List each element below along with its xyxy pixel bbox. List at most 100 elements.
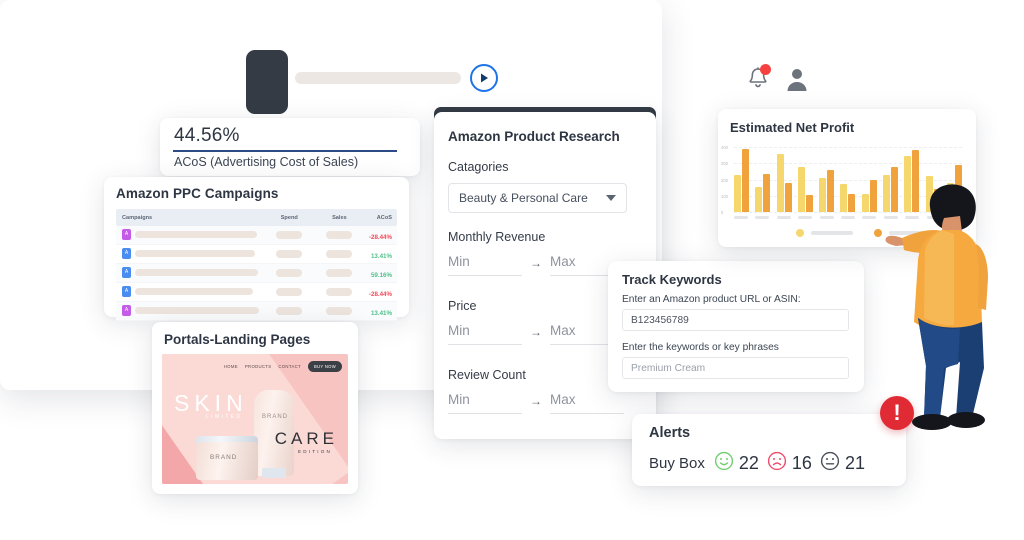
- sales-placeholder: [326, 231, 353, 239]
- y-axis-tick-label: 400: [721, 145, 728, 150]
- monthly-revenue-min-input[interactable]: Min: [448, 254, 522, 276]
- campaign-type-icon: A: [122, 267, 131, 279]
- chart-bar: [755, 186, 763, 212]
- ppc-row-list: A -28.44% A 13.41% A 59.16% A -28.44% A 13.41%: [116, 226, 397, 321]
- chart-bar: [734, 175, 741, 212]
- alert-item: 21: [820, 451, 873, 476]
- portals-landing-card: Portals-Landing Pages HOME PRODUCTS CONT…: [152, 322, 358, 494]
- ppc-table: Campaigns Spend Sales ACoS A -28.44% A 13.4…: [116, 209, 397, 321]
- campaign-cell: A: [116, 302, 263, 320]
- x-axis-tick-placeholder: [798, 216, 813, 219]
- chart-bar: [819, 177, 827, 212]
- alerts-metrics-row: Buy Box 22 16 21: [649, 451, 873, 476]
- url-bar-placeholder[interactable]: [295, 72, 461, 84]
- phrase-field-label: Enter the keywords or key phrases: [622, 342, 779, 353]
- ppc-campaigns-card: Amazon PPC Campaigns Campaigns Spend Sal…: [104, 177, 409, 321]
- acos-percent: -28.44%: [368, 234, 392, 241]
- buy-now-button[interactable]: BUY NOW: [307, 361, 342, 372]
- y-axis-tick-label: 0: [721, 210, 724, 215]
- review-count-min-input[interactable]: Min: [448, 392, 522, 414]
- acos-cell: 13.41%: [363, 302, 397, 320]
- campaign-type-icon: A: [122, 248, 131, 260]
- y-axis-tick-label: 200: [721, 177, 728, 183]
- chart-bar: [869, 179, 877, 212]
- campaign-name-placeholder: [135, 288, 253, 296]
- alerts-card: Alerts Buy Box 22 16 21: [632, 414, 906, 486]
- nav-link-products[interactable]: PRODUCTS: [245, 364, 272, 369]
- landing-subheadline: LIMITED: [206, 414, 243, 420]
- keywords-card-title: Track Keywords: [622, 272, 722, 287]
- bar-group: [861, 179, 877, 212]
- x-axis-tick-placeholder: [819, 216, 834, 219]
- category-selected-value: Beauty & Personal Care: [459, 191, 588, 205]
- x-axis-tick-placeholder: [734, 216, 748, 219]
- smile-face-icon: [714, 451, 734, 476]
- notification-dot: [760, 64, 771, 75]
- sales-cell: [316, 283, 364, 301]
- acos-percent: -28.44%: [368, 291, 392, 298]
- spend-cell: [263, 226, 316, 244]
- x-axis-tick-placeholder: [776, 216, 791, 219]
- acos-cell: -28.44%: [363, 226, 397, 244]
- campaign-cell: A: [116, 226, 263, 244]
- bar-group: [797, 167, 813, 212]
- bar-group: [819, 169, 835, 212]
- sales-placeholder: [326, 269, 353, 277]
- nav-link-contact[interactable]: CONTACT: [278, 364, 301, 369]
- price-range: Min → Max: [448, 323, 624, 345]
- chart-bar: [840, 184, 848, 212]
- alert-item: 16: [767, 451, 820, 476]
- review-count-max-input[interactable]: Max: [550, 392, 624, 414]
- phrase-input[interactable]: Premium Cream: [622, 357, 849, 379]
- price-min-input[interactable]: Min: [448, 323, 522, 345]
- buy-box-label: Buy Box: [649, 455, 705, 472]
- acos-cell: -28.44%: [363, 283, 397, 301]
- y-axis-tick-label: 300: [721, 161, 728, 167]
- chart-bar: [784, 182, 792, 212]
- bar-group: [776, 153, 792, 212]
- column-header-spend: Spend: [280, 214, 298, 221]
- table-row[interactable]: A -28.44%: [116, 283, 397, 302]
- sales-cell: [316, 226, 364, 244]
- campaign-name-placeholder: [135, 231, 257, 239]
- categories-label: Catagories: [448, 160, 509, 174]
- spend-cell: [263, 264, 316, 282]
- bar-group: [755, 173, 771, 212]
- chart-bar: [848, 194, 856, 212]
- sales-cell: [316, 264, 364, 282]
- x-axis-tick-placeholder: [840, 216, 855, 219]
- table-row[interactable]: A -28.44%: [116, 226, 397, 245]
- review-count-range: Min → Max: [448, 392, 624, 414]
- chart-bar: [776, 153, 784, 212]
- alerts-card-title: Alerts: [649, 425, 691, 441]
- play-circle-icon[interactable]: [470, 64, 498, 92]
- campaign-name-placeholder: [135, 250, 255, 258]
- chart-bar: [797, 167, 805, 212]
- review-count-label: Review Count: [448, 368, 526, 382]
- asin-input[interactable]: B123456789: [622, 309, 849, 331]
- legend-dot: [874, 229, 882, 237]
- illustration-stage: 44.56% ACoS (Advertising Cost of Sales) …: [0, 0, 1024, 540]
- table-row[interactable]: A 59.16%: [116, 264, 397, 283]
- spend-placeholder: [276, 307, 303, 315]
- user-avatar-icon[interactable]: [784, 66, 810, 92]
- range-arrow-icon: →: [530, 394, 542, 408]
- campaign-type-icon: A: [122, 305, 131, 317]
- neutral-face-icon: [820, 451, 840, 476]
- landing-page-preview[interactable]: HOME PRODUCTS CONTACT BUY NOW SKIN LIMIT…: [162, 354, 348, 484]
- nav-link-home[interactable]: HOME: [224, 364, 238, 369]
- category-select[interactable]: Beauty & Personal Care: [448, 183, 627, 213]
- campaign-cell: A: [116, 264, 263, 282]
- alert-count: 16: [791, 453, 812, 473]
- column-header-campaigns: Campaigns: [122, 214, 153, 221]
- table-row[interactable]: A 13.41%: [116, 245, 397, 264]
- table-row[interactable]: A 13.41%: [116, 302, 397, 321]
- chart-bar: [827, 169, 835, 212]
- alert-item-list: 22 16 21: [714, 451, 873, 476]
- alert-count: 21: [844, 453, 865, 473]
- sales-cell: [316, 245, 364, 263]
- person-illustration: [885, 184, 988, 430]
- tube-cap: [262, 468, 286, 478]
- monthly-revenue-label: Monthly Revenue: [448, 230, 546, 244]
- landing-headline: SKIN: [174, 390, 248, 416]
